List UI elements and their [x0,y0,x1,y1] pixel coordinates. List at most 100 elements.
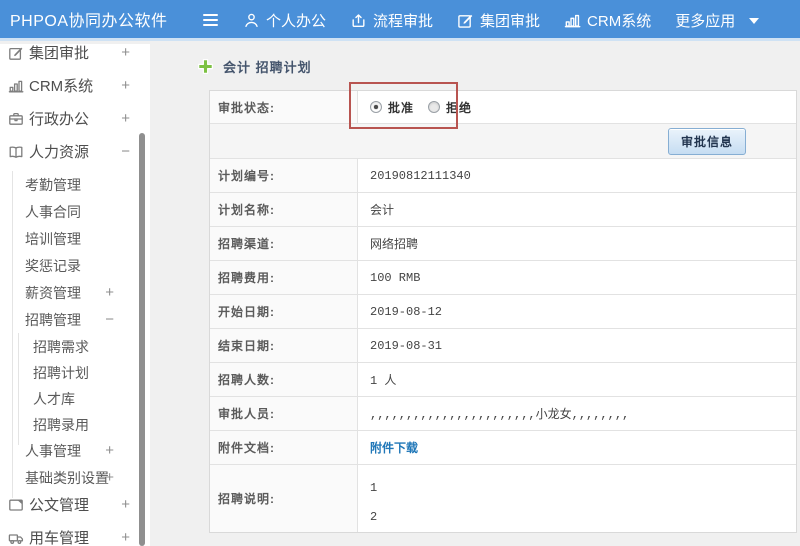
form-row: 结束日期: 2019-08-31 [210,329,796,363]
edit-icon [8,45,24,61]
form-row: 开始日期: 2019-08-12 [210,295,796,329]
field-value: 20190812111340 [370,168,471,183]
nav-item-3[interactable]: 集团审批 [457,10,540,31]
form-row: 计划编号: 20190812111340 [210,159,796,193]
sidebar-item-label: 薪资管理 [25,284,81,301]
sidebar-item-培训管理[interactable]: 培训管理 [0,225,150,259]
field-value: 附件下载 [358,431,796,464]
approval-info-button[interactable]: 审批信息 [667,127,746,155]
sidebar-item-招聘管理[interactable]: 招聘管理 − [0,306,150,340]
app-title: PHPOA协同办公软件 [10,13,168,30]
hamburger-menu-icon[interactable] [203,14,218,29]
sidebar-item-奖惩记录[interactable]: 奖惩记录 [0,252,150,286]
sidebar-item-用车管理[interactable]: 用车管理 + [0,529,150,546]
field-label: 结束日期: [210,329,358,362]
page-header: 会计 招聘计划 [150,44,800,76]
sidebar-item-label: 基础类别设置 [25,469,109,486]
expand-toggle-icon[interactable]: + [121,529,130,546]
chart-icon [564,12,581,29]
approval-form: 审批状态: 批准 拒绝 审批信息 计划编号: 20190812111340 计划名称:… [209,90,797,533]
field-label: 招聘人数: [210,363,358,396]
radio-button[interactable] [428,101,441,113]
radio-button[interactable] [370,101,382,113]
field-label: 审批人员: [210,397,358,430]
expand-toggle-icon[interactable]: + [121,110,130,127]
briefcase-icon [8,111,24,127]
expand-toggle-icon[interactable]: − [121,143,130,160]
sidebar-item-人才库[interactable]: 人才库 [0,385,150,419]
flow-icon [350,12,367,29]
field-value: 2019-08-31 [370,338,443,353]
description-line: 2 [370,510,378,524]
attachment-download-link[interactable]: 附件下载 [370,439,418,456]
car-icon [8,530,24,546]
book-icon [8,144,24,160]
sidebar-item-招聘计划[interactable]: 招聘计划 [0,359,150,393]
sidebar-item-考勤管理[interactable]: 考勤管理 [0,171,150,205]
nav-item-label: 更多应用 [675,13,736,30]
sidebar-scrollbar[interactable] [139,133,145,546]
sidebar-item-招聘需求[interactable]: 招聘需求 [0,333,150,367]
field-label: 计划名称: [210,193,358,226]
sidebar-item-人事管理[interactable]: 人事管理 + [0,437,150,471]
sidebar-item-label: 用车管理 [29,530,90,546]
radio-option-批准: 批准 [370,99,414,116]
form-row: 附件文档: 附件下载 [210,431,796,465]
form-row: 计划名称: 会计 [210,193,796,227]
field-value: 2019-08-12 [370,304,443,319]
sidebar-item-基础类别设置[interactable]: 基础类别设置 + [0,464,150,498]
expand-toggle-icon[interactable]: + [105,469,114,486]
sidebar-item-label: 奖惩记录 [25,257,81,274]
sidebar-item-label: 人事管理 [25,442,81,459]
field-value: 12 [358,465,796,532]
user-icon [243,12,260,29]
main-content: 会计 招聘计划 审批状态: 批准 拒绝 审批信息 计划编号: 20190812111… [150,44,800,546]
sidebar-item-人力资源[interactable]: 人力资源 − [0,143,150,161]
sidebar-item-CRM系统[interactable]: CRM系统 + [0,77,150,95]
sidebar-item-label: 公文管理 [29,497,90,514]
field-label: 招聘渠道: [210,227,358,260]
description-line: 1 [370,481,378,495]
sidebar-item-招聘录用[interactable]: 招聘录用 [0,411,150,445]
expand-toggle-icon[interactable]: + [105,284,114,301]
field-value: 网络招聘 [370,238,419,252]
field-value: ,,,,,,,,,,,,,,,,,,,,,,,小龙女,,,,,,,, [370,408,630,422]
radio-label: 批准 [388,101,415,116]
edit-icon [457,12,474,29]
form-row: 招聘说明: 1 2 [210,465,796,532]
sidebar-item-label: 招聘需求 [33,338,89,355]
form-row-button: 审批信息 [210,124,796,159]
chart-icon [8,78,24,94]
form-row: 招聘费用: 100 RMB [210,261,796,295]
top-menu: 个人办公 流程审批 集团审批 CRM系统 更多应用 [243,0,760,41]
nav-item-1[interactable]: 个人办公 [243,10,326,31]
sidebar-item-label: 招聘录用 [33,416,89,433]
expand-toggle-icon[interactable]: + [121,77,130,94]
sidebar-item-label: CRM系统 [29,78,94,95]
expand-toggle-icon[interactable]: + [121,44,130,61]
field-label: 招聘费用: [210,261,358,294]
radio-label: 拒绝 [446,101,473,116]
nav-item-2[interactable]: 流程审批 [350,10,433,31]
sidebar-item-集团审批[interactable]: 集团审批 + [0,44,150,62]
sidebar-item-label: 集团审批 [29,45,90,62]
sidebar: 集团审批 + CRM系统 + 行政办公 + 人力资源 − 考勤管理 人事合同 培训管理 奖惩记录 薪资管… [0,44,150,546]
sidebar-item-薪资管理[interactable]: 薪资管理 + [0,279,150,313]
caret-down-icon [749,17,760,24]
sidebar-item-人事合同[interactable]: 人事合同 [0,198,150,232]
sidebar-item-公文管理[interactable]: 公文管理 + [0,496,150,514]
field-label: 开始日期: [210,295,358,328]
nav-item-4[interactable]: CRM系统 [564,10,651,31]
expand-toggle-icon[interactable]: + [121,496,130,513]
nav-item-5[interactable]: 更多应用 [675,10,760,31]
sidebar-item-label: 考勤管理 [25,176,81,193]
expand-toggle-icon[interactable]: + [105,442,114,459]
form-row: 招聘渠道: 网络招聘 [210,227,796,261]
field-label: 附件文档: [210,431,358,464]
radio-option-拒绝: 拒绝 [428,99,472,116]
nav-item-label: CRM系统 [587,13,652,30]
sidebar-item-行政办公[interactable]: 行政办公 + [0,110,150,128]
sidebar-item-label: 人事合同 [25,203,81,220]
expand-toggle-icon[interactable]: − [105,311,114,328]
page-title: 会计 招聘计划 [223,60,312,75]
